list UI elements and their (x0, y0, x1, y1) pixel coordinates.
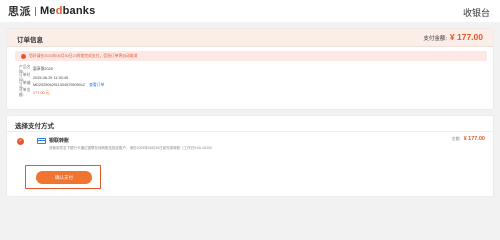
bank-card-icon (37, 138, 46, 144)
brand-name-cn: 思派 (8, 6, 31, 18)
payment-method-title: 选择支付方式 (15, 123, 54, 130)
payment-method-card: 选择支付方式 ✓ 银联转账 请使用您名下银行卡通过银联在线转账至指定账户，请在2… (6, 115, 494, 197)
warning-icon (21, 53, 26, 59)
divider (7, 131, 493, 132)
method-price-value: ¥ 177.00 (463, 136, 485, 142)
detail-value: 惠享保2025 (33, 67, 53, 72)
payment-method-description: 请使用您名下银行卡通过银联在线转账至指定账户，请在2025年06月30日前完成转… (49, 146, 215, 150)
payment-amount-label: 支付金额: (423, 36, 447, 42)
order-info-title: 订单信息 (17, 37, 43, 44)
payment-deadline-notice: 您好请在2025年06月30日23时前完成支付，否则订单将自动取消 (15, 51, 487, 61)
confirm-button-highlight: 确认支付 (25, 165, 101, 189)
order-details: 产品名称: 惠享保2025 订单时间: 2025-06-29 11:30:45 … (19, 65, 104, 98)
detail-label: 订单金额: (19, 88, 31, 98)
top-header: 思派 Medbanks 收银台 (0, 0, 500, 22)
order-info-header: 订单信息 支付金额: ¥ 177.00 (7, 29, 493, 47)
detail-value: 177.00 元 (33, 90, 50, 95)
brand-name-en: Medbanks (40, 5, 96, 17)
confirm-payment-button[interactable]: 确认支付 (36, 171, 92, 184)
page-title: 收银台 (462, 8, 490, 18)
payment-amount-value: ¥ 177.00 (449, 32, 483, 42)
brand-logo[interactable]: 思派 Medbanks (8, 4, 95, 18)
detail-value: 2025-06-29 11:30:45 (33, 75, 68, 80)
payment-method-price: 金额: ¥ 177.00 (452, 136, 485, 142)
detail-row-amount: 订单金额: 177.00 元 (19, 88, 104, 98)
method-price-label: 金额: (451, 137, 461, 141)
payment-amount: 支付金额: ¥ 177.00 (423, 32, 483, 42)
payment-option-unionpay[interactable]: ✓ 银联转账 请使用您名下银行卡通过银联在线转账至指定账户，请在2025年06月… (15, 135, 489, 155)
detail-value: MD2025062911304570505012 (33, 83, 86, 88)
notice-text: 您好请在2025年06月30日23时前完成支付，否则订单将自动取消 (29, 53, 138, 58)
selected-check-icon[interactable]: ✓ (17, 138, 24, 145)
view-order-link[interactable]: 查看订单 (89, 83, 104, 88)
logo-divider (35, 6, 36, 16)
order-info-card: 订单信息 支付金额: ¥ 177.00 您好请在2025年06月30日23时前完… (6, 28, 494, 110)
payment-method-name: 银联转账 (49, 138, 70, 144)
